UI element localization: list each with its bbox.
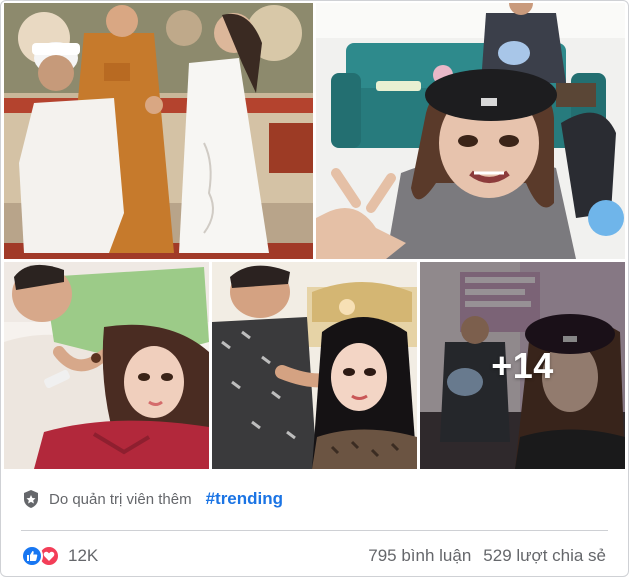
wedding-image [4,3,313,259]
shares-count-link[interactable]: 529 lượt chia sẻ [483,546,606,566]
couple-bed-image [4,262,209,469]
hashtag-link[interactable]: #trending [206,489,283,509]
post-card: +14 Do quản trị viên thêm #trending 12K … [0,0,629,577]
couple-earring-image [212,262,417,469]
reaction-count: 12K [68,546,99,565]
divider [21,530,608,531]
comments-count-link[interactable]: 795 bình luận [368,546,471,566]
photo-selfie-sofa[interactable] [316,3,625,259]
admin-added-row: Do quản trị viên thêm #trending [21,487,283,511]
post-footer: 12K 795 bình luận 529 lượt chia sẻ [21,542,606,570]
post-stats: 795 bình luận 529 lượt chia sẻ [368,546,606,566]
more-photos-overlay[interactable]: +14 [420,262,625,469]
selfie-sofa-image [316,3,625,259]
shield-icon [24,490,38,508]
like-icon [21,545,43,567]
more-photos-count: +14 [491,344,554,386]
photo-selfie-baby[interactable]: +14 [420,262,625,469]
reactions-summary[interactable]: 12K [21,545,98,567]
photo-grid: +14 [4,3,625,469]
photo-couple-earring[interactable] [212,262,417,469]
photo-couple-bed[interactable] [4,262,209,469]
photo-wedding[interactable] [4,3,313,259]
admin-added-label: Do quản trị viên thêm [49,490,192,508]
